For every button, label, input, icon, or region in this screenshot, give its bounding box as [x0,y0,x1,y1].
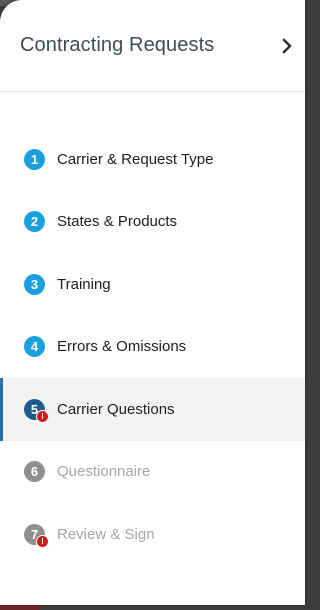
panel-header[interactable]: Contracting Requests [0,0,305,92]
step-errors-omissions[interactable]: 4 Errors & Omissions [0,316,305,379]
step-number: 2 [30,214,39,230]
error-alert-icon [36,409,49,423]
step-number: 4 [30,339,39,355]
step-number-badge: 3 [24,273,45,295]
step-number-badge: 5 [24,398,49,423]
contracting-steps-panel: Contracting Requests 1 Carrier & Request… [0,0,305,605]
step-review-sign[interactable]: 7 Review & Sign [0,503,305,566]
step-carrier-request-type[interactable]: 1 Carrier & Request Type [0,128,305,191]
step-training[interactable]: 3 Training [0,253,305,316]
step-carrier-questions[interactable]: 5 Carrier Questions [0,378,305,441]
step-number: 3 [30,276,39,292]
step-states-products[interactable]: 2 States & Products [0,191,305,254]
chevron-right-icon[interactable] [279,35,295,57]
error-alert-icon [36,534,49,548]
step-number-badge: 6 [24,461,45,483]
step-label: Errors & Omissions [57,338,187,356]
step-number: 1 [30,151,39,167]
panel-title: Contracting Requests [20,34,215,56]
step-label: Carrier & Request Type [57,150,214,168]
step-label: Training [57,275,111,293]
step-number-badge: 4 [24,336,45,358]
step-questionnaire[interactable]: 6 Questionnaire [0,441,305,504]
step-number-badge: 2 [24,211,45,233]
step-number: 6 [30,464,39,480]
step-label: Questionnaire [57,463,151,481]
step-list: 1 Carrier & Request Type 2 States & Prod… [0,128,305,566]
step-number-badge: 7 [24,523,49,548]
step-label: Review & Sign [57,525,155,543]
step-number-badge: 1 [24,148,45,170]
step-label: Carrier Questions [57,400,175,418]
step-label: States & Products [57,213,178,231]
